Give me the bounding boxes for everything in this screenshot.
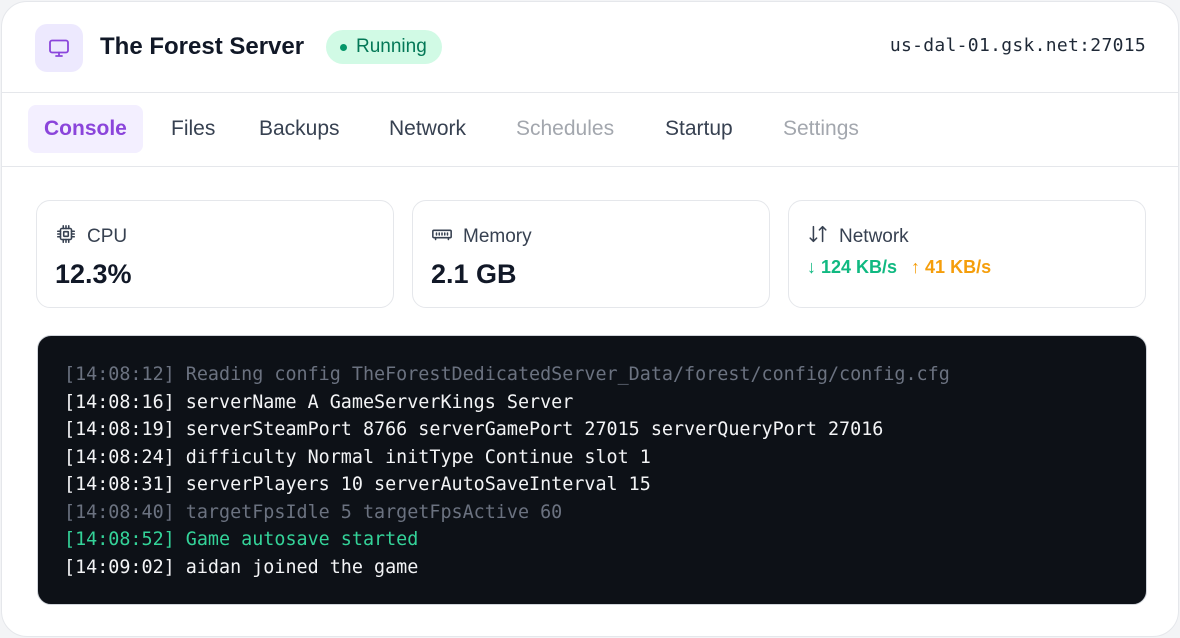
memory-value: 2.1 GB: [431, 259, 517, 289]
network-label: Network: [839, 225, 909, 247]
cpu-card-header: CPU: [55, 223, 127, 250]
cpu-icon: [55, 223, 77, 250]
console-line: [14:08:31] serverPlayers 10 serverAutoSa…: [64, 474, 651, 495]
tab-backups[interactable]: Backups: [243, 105, 356, 153]
console-line: [14:08:16] serverName A GameServerKings …: [64, 391, 574, 413]
cpu-label: CPU: [87, 225, 128, 247]
console-line: [14:09:02] aidan joined the game: [64, 556, 419, 578]
tab-settings: Settings: [783, 117, 859, 140]
tab-files[interactable]: Files: [155, 105, 231, 153]
server-title: The Forest Server: [100, 33, 305, 60]
status-badge: Running: [326, 30, 442, 64]
network-card: Network ↓ 124 KB/s ↑ 41 KB/s: [788, 200, 1146, 308]
memory-label: Memory: [463, 225, 532, 247]
network-download: ↓ 124 KB/s: [807, 257, 898, 277]
cpu-card: CPU 12.3%: [36, 200, 394, 308]
console-line: [14:08:24] difficulty Normal initType Co…: [64, 446, 651, 468]
console-line: [14:08:40] targetFpsIdle 5 targetFpsActi…: [64, 501, 563, 523]
monitor-icon: [35, 24, 83, 72]
network-card-header: Network: [807, 223, 909, 250]
memory-card: Memory 2.1 GB: [412, 200, 770, 308]
console-line: [14:08:19] serverSteamPort 8766 serverGa…: [64, 419, 884, 440]
tab-bar: Console Files Backups Network Schedules …: [2, 93, 1178, 167]
network-throughput: ↓ 124 KB/s ↑ 41 KB/s: [807, 257, 991, 278]
console-output[interactable]: [14:08:12] Reading config TheForestDedic…: [37, 335, 1147, 605]
server-panel: The Forest Server Running us-dal-01.gsk.…: [1, 1, 1179, 637]
tab-network[interactable]: Network: [373, 105, 482, 153]
status-text: Running: [356, 36, 427, 57]
console-line: [14:08:52] Game autosave started: [64, 529, 419, 550]
tab-startup[interactable]: Startup: [649, 105, 749, 153]
cpu-value: 12.3%: [55, 259, 132, 289]
tab-console[interactable]: Console: [28, 105, 143, 153]
console-line: [14:08:12] Reading config TheForestDedic…: [64, 364, 950, 385]
memory-icon: [431, 223, 453, 250]
network-upload: ↑ 41 KB/s: [911, 257, 992, 277]
server-address: us-dal-01.gsk.net:27015: [889, 35, 1146, 56]
tab-schedules: Schedules: [516, 117, 615, 140]
arrows-up-down-icon: [807, 223, 829, 250]
status-dot-icon: [340, 43, 347, 51]
server-header: The Forest Server Running us-dal-01.gsk.…: [2, 2, 1178, 93]
memory-card-header: Memory: [431, 223, 532, 250]
